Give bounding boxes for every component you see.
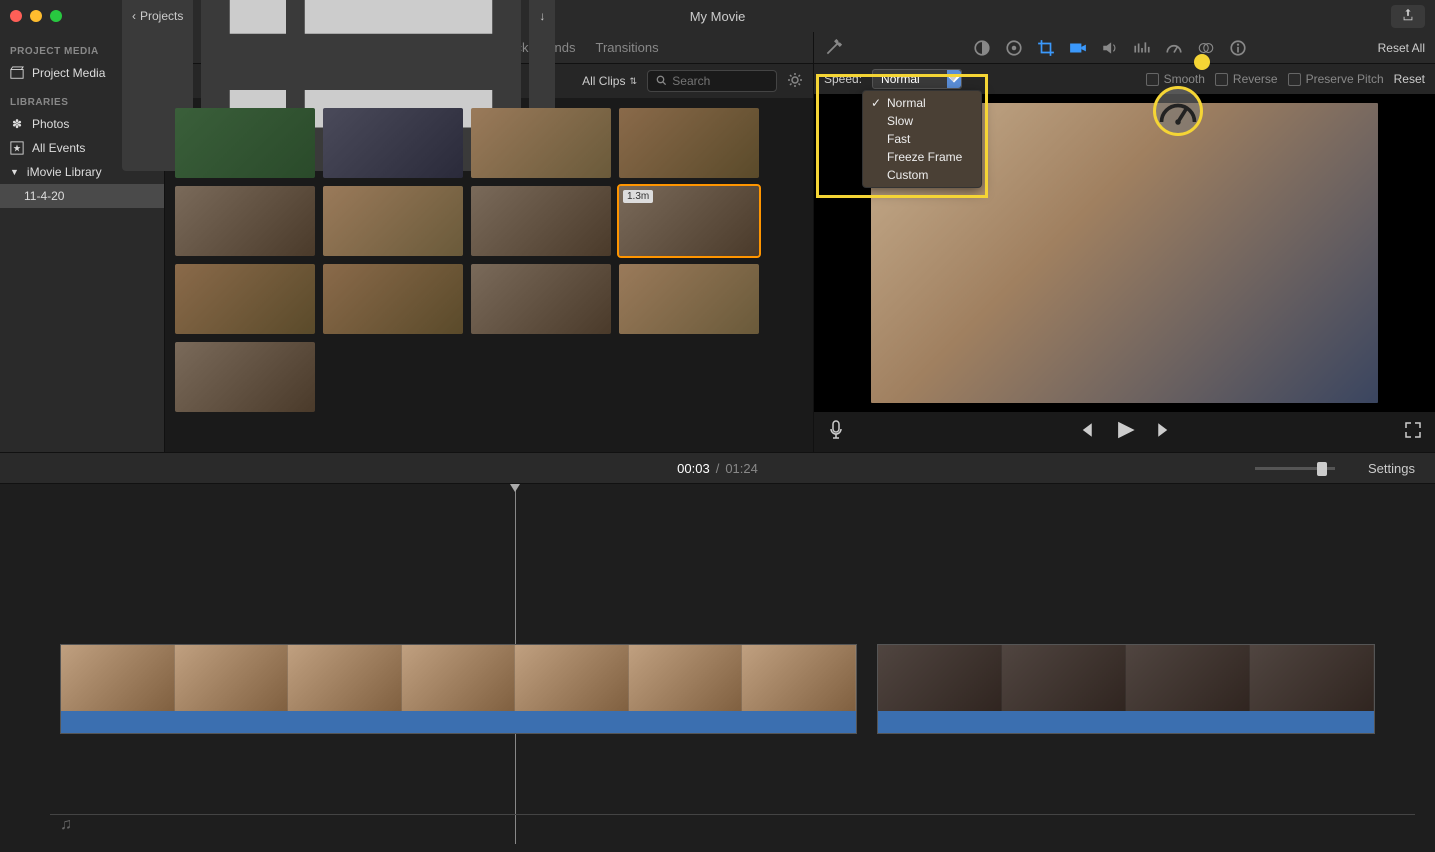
- speed-controls-row: Speed: Normal Smooth Reverse Preserve Pi…: [814, 64, 1435, 94]
- minimize-window-button[interactable]: [30, 10, 42, 22]
- speed-label: Speed:: [824, 72, 862, 86]
- zoom-slider[interactable]: [1255, 467, 1335, 470]
- checkbox-icon: [1146, 73, 1159, 86]
- clip-thumbnail[interactable]: [619, 108, 759, 178]
- clip-thumbnail[interactable]: [471, 108, 611, 178]
- star-box-icon: [10, 141, 24, 155]
- clip-thumbnail[interactable]: [619, 264, 759, 334]
- zoom-slider-knob[interactable]: [1317, 462, 1327, 476]
- reset-all-button[interactable]: Reset All: [1378, 41, 1425, 55]
- clip-thumbnail[interactable]: [471, 186, 611, 256]
- timeline-clip[interactable]: [60, 644, 857, 734]
- preserve-pitch-checkbox[interactable]: Preserve Pitch: [1288, 72, 1384, 86]
- sidebar-label: iMovie Library: [27, 165, 102, 179]
- clip-thumbnail[interactable]: [323, 186, 463, 256]
- speed-dropdown[interactable]: Normal: [872, 69, 962, 89]
- search-icon: [656, 74, 666, 88]
- search-input[interactable]: [672, 74, 768, 88]
- speed-option-fast[interactable]: Fast: [863, 130, 981, 148]
- preview-panel: Reset All Speed: Normal Smooth Reverse P…: [813, 32, 1435, 452]
- clip-thumbnail[interactable]: [175, 186, 315, 256]
- prev-frame-button[interactable]: [1076, 421, 1094, 444]
- sidebar-label: Photos: [32, 117, 69, 131]
- smooth-checkbox[interactable]: Smooth: [1146, 72, 1205, 86]
- filter-label: All Clips: [582, 74, 625, 88]
- projects-label: Projects: [140, 9, 183, 23]
- flower-icon: ✽: [10, 117, 24, 131]
- clip-thumbnail[interactable]: [323, 264, 463, 334]
- clapperboard-icon: [10, 66, 24, 80]
- titlebar: ‹ Projects ↓ My Movie: [0, 0, 1435, 32]
- clip-duration-badge: 1.3m: [623, 190, 653, 203]
- disclosure-triangle-icon[interactable]: ▼: [10, 167, 19, 177]
- download-icon: ↓: [539, 9, 545, 23]
- maximize-window-button[interactable]: [50, 10, 62, 22]
- speed-dropdown-menu: Normal Slow Fast Freeze Frame Custom: [862, 90, 982, 188]
- color-balance-icon[interactable]: [973, 39, 991, 57]
- clip-thumbnail[interactable]: 1.3m: [619, 186, 759, 256]
- info-icon[interactable]: [1229, 39, 1247, 57]
- chevron-updown-icon: ⇅: [629, 76, 637, 87]
- window-title: My Movie: [690, 9, 746, 24]
- microphone-icon[interactable]: [828, 420, 844, 445]
- adjustment-toolbar: Reset All: [814, 32, 1435, 64]
- total-time: 01:24: [725, 461, 758, 476]
- clip-thumbnail[interactable]: [471, 264, 611, 334]
- chevron-left-icon: ‹: [132, 9, 136, 23]
- chevron-down-icon: [947, 70, 961, 88]
- clip-thumbnails: 1.3m: [165, 98, 813, 452]
- color-wheel-icon[interactable]: [1005, 39, 1023, 57]
- timeline-settings-button[interactable]: Settings: [1368, 461, 1415, 476]
- current-time: 00:03: [677, 461, 710, 476]
- speed-option-custom[interactable]: Custom: [863, 166, 981, 184]
- share-button[interactable]: [1391, 5, 1425, 28]
- play-button[interactable]: [1114, 419, 1136, 446]
- checkbox-icon: [1288, 73, 1301, 86]
- speed-option-freeze[interactable]: Freeze Frame: [863, 148, 981, 166]
- sidebar-label: Project Media: [32, 66, 105, 80]
- tab-transitions[interactable]: Transitions: [595, 34, 658, 61]
- clip-thumbnail[interactable]: [175, 342, 315, 412]
- camera-icon[interactable]: [1069, 39, 1087, 57]
- speedometer-icon[interactable]: [1165, 39, 1183, 57]
- sidebar-label: 11-4-20: [24, 189, 64, 203]
- speed-option-slow[interactable]: Slow: [863, 112, 981, 130]
- volume-icon[interactable]: [1101, 39, 1119, 57]
- annotation-pointer-icon: [1194, 54, 1210, 70]
- reverse-checkbox[interactable]: Reverse: [1215, 72, 1278, 86]
- clip-thumbnail[interactable]: [175, 108, 315, 178]
- transport-controls: [814, 412, 1435, 452]
- timeline-clips: [0, 494, 1435, 734]
- magic-wand-icon[interactable]: [824, 39, 842, 57]
- timeline-clip[interactable]: [877, 644, 1375, 734]
- close-window-button[interactable]: [10, 10, 22, 22]
- music-track[interactable]: ♫: [50, 814, 1415, 834]
- timeline-header: 00:03 / 01:24 Settings: [0, 452, 1435, 484]
- crop-icon[interactable]: [1037, 39, 1055, 57]
- reset-button[interactable]: Reset: [1394, 72, 1425, 86]
- music-note-icon: ♫: [60, 816, 72, 834]
- speedometer-highlight-annotation: [1153, 86, 1203, 136]
- speed-option-normal[interactable]: Normal: [863, 94, 981, 112]
- sidebar-item-event[interactable]: 11-4-20: [0, 184, 164, 208]
- time-separator: /: [716, 461, 720, 476]
- gear-icon[interactable]: [787, 72, 803, 91]
- clip-thumbnail[interactable]: [323, 108, 463, 178]
- equalizer-icon[interactable]: [1133, 39, 1151, 57]
- share-icon: [1401, 10, 1415, 25]
- next-frame-button[interactable]: [1156, 421, 1174, 444]
- sidebar-label: All Events: [32, 141, 85, 155]
- window-controls: [10, 10, 62, 22]
- clip-thumbnail[interactable]: [175, 264, 315, 334]
- checkbox-icon: [1215, 73, 1228, 86]
- search-box[interactable]: [647, 70, 777, 92]
- timeline[interactable]: ♫: [0, 484, 1435, 844]
- fullscreen-icon[interactable]: [1405, 422, 1421, 443]
- speed-selected-value: Normal: [881, 72, 920, 86]
- clip-filter-dropdown[interactable]: All Clips ⇅: [582, 74, 637, 88]
